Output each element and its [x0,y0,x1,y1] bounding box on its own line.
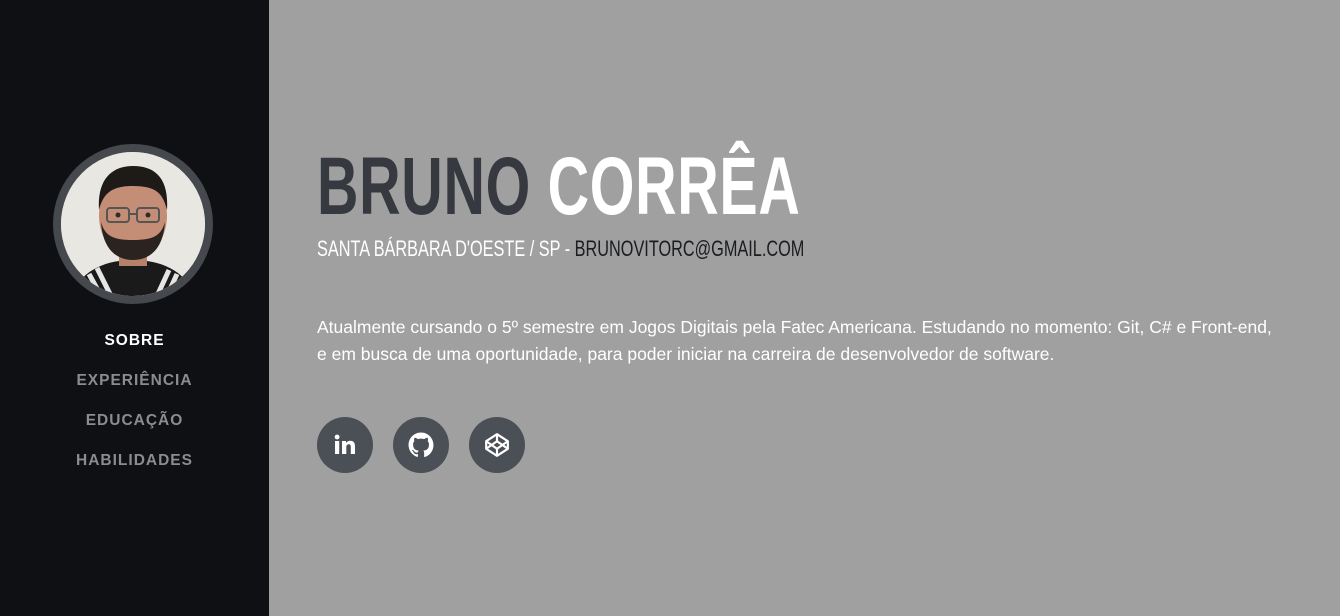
codepen-button[interactable] [469,417,525,473]
last-name: Corrêa [547,141,801,232]
nav-item-experiencia[interactable]: EXPERIÊNCIA [0,362,269,402]
sidebar: SOBRE EXPERIÊNCIA EDUCAÇÃO HABILIDADES [0,0,269,616]
linkedin-icon [333,433,357,457]
linkedin-button[interactable] [317,417,373,473]
codepen-icon [484,432,510,458]
social-links [317,417,525,473]
bio-text: Atualmente cursando o 5º semestre em Jog… [317,317,1272,364]
page-title: Bruno Corrêa [317,142,801,232]
profile-avatar-frame [53,144,213,304]
nav-item-habilidades[interactable]: HABILIDADES [0,442,269,482]
location-text: Santa Bárbara D'Oeste / SP [317,236,561,261]
subheading-separator: - [560,236,575,261]
github-button[interactable] [393,417,449,473]
sidebar-nav: SOBRE EXPERIÊNCIA EDUCAÇÃO HABILIDADES [0,322,269,482]
github-icon [408,432,434,458]
first-name: Bruno [317,141,531,232]
email-link[interactable]: brunovitorc@gmail.com [575,236,805,261]
subheading: Santa Bárbara D'Oeste / SP - brunovitorc… [317,234,804,264]
nav-item-educacao[interactable]: EDUCAÇÃO [0,402,269,442]
avatar [61,152,205,296]
nav-item-sobre[interactable]: SOBRE [0,322,269,362]
